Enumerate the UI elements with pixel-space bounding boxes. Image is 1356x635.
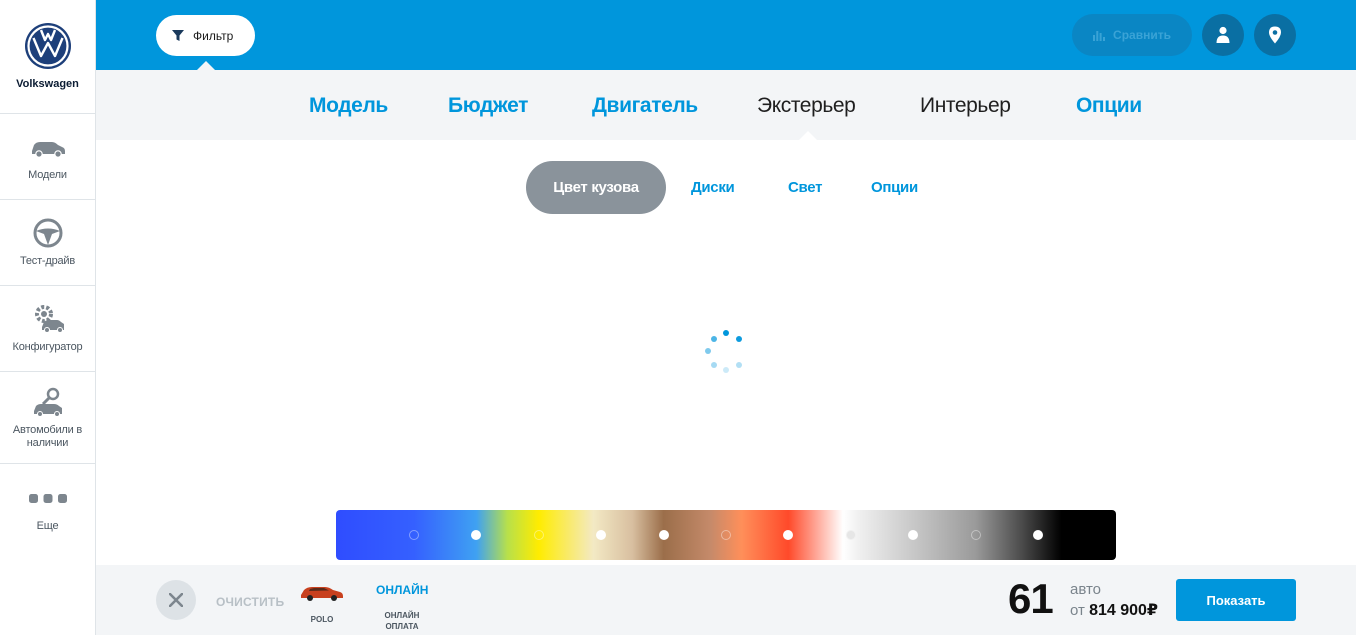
filter-funnel-icon — [172, 29, 184, 41]
tab-exterior[interactable]: Экстерьер — [757, 94, 856, 118]
color-swatch-red[interactable] — [783, 530, 793, 540]
sidebar: Volkswagen Модели Тест-драйв Конфигурато… — [0, 0, 96, 635]
sidebar-item-label: Тест-драйв — [19, 255, 76, 267]
show-results-button[interactable]: Показать — [1176, 579, 1296, 621]
brand-name: Volkswagen — [16, 78, 79, 90]
tab-model[interactable]: Модель — [309, 94, 388, 118]
polo-car-thumbnail[interactable] — [299, 581, 345, 603]
car-search-icon — [33, 387, 62, 417]
subtab-wheels[interactable]: Диски — [691, 161, 735, 214]
compare-label: Сравнить — [1113, 28, 1171, 42]
price-from: от 814 900₽ — [1070, 600, 1158, 620]
filter-pointer — [197, 61, 215, 70]
color-swatch-black[interactable] — [1033, 530, 1043, 540]
compare-button[interactable]: Сравнить — [1072, 14, 1192, 56]
sidebar-item-label: Автомобили в наличии — [12, 423, 83, 449]
main-tabs: Модель Бюджет Двигатель Экстерьер Интерь… — [96, 70, 1356, 140]
user-icon — [1216, 26, 1230, 43]
color-swatch-beige[interactable] — [596, 530, 606, 540]
subtab-lights[interactable]: Свет — [788, 161, 822, 214]
color-swatch-brown[interactable] — [659, 530, 669, 540]
filter-button[interactable]: Фильтр — [156, 15, 255, 56]
subtab-options[interactable]: Опции — [871, 161, 918, 214]
tab-options[interactable]: Опции — [1076, 94, 1142, 118]
online-payment-caption: ОНЛАЙН ОПЛАТА — [384, 611, 420, 631]
sidebar-item-label: Модели — [28, 169, 67, 181]
clear-label[interactable]: ОЧИСТИТЬ — [216, 595, 284, 609]
bottom-bar: ОЧИСТИТЬ POLO ОНЛАЙН ОНЛАЙН ОПЛАТА 61 ав… — [96, 565, 1356, 635]
online-badge[interactable]: ОНЛАЙН — [376, 583, 428, 597]
clear-button[interactable] — [156, 580, 196, 620]
active-tab-pointer — [799, 131, 817, 140]
brand[interactable]: Volkswagen — [0, 0, 95, 114]
sidebar-item-label: Еще — [36, 519, 59, 532]
tab-budget[interactable]: Бюджет — [448, 94, 528, 118]
sidebar-item-models[interactable]: Модели — [0, 114, 95, 200]
color-swatch-blue[interactable] — [409, 530, 419, 540]
sidebar-item-more[interactable]: Еще — [0, 464, 95, 550]
color-swatch-white[interactable] — [846, 530, 856, 540]
steering-wheel-icon — [33, 218, 62, 248]
color-swatch-grey[interactable] — [971, 530, 981, 540]
price-prefix: от — [1070, 602, 1085, 619]
sidebar-item-test-drive[interactable]: Тест-драйв — [0, 200, 95, 286]
close-icon — [169, 593, 183, 607]
sidebar-item-in-stock[interactable]: Автомобили в наличии — [0, 372, 95, 464]
price-value: 814 900₽ — [1089, 602, 1159, 619]
body-color-picker — [336, 510, 1116, 560]
subtab-body-color[interactable]: Цвет кузова — [526, 161, 666, 214]
location-button[interactable] — [1254, 14, 1296, 56]
color-swatch-silver[interactable] — [908, 530, 918, 540]
model-caption: POLO — [310, 615, 334, 624]
sidebar-item-label: Конфигуратор — [12, 341, 83, 353]
results-count: 61 — [1008, 575, 1054, 622]
color-swatch-yellow[interactable] — [534, 530, 544, 540]
more-dots-icon — [28, 493, 67, 503]
sidebar-item-configurator[interactable]: Конфигуратор — [0, 286, 95, 372]
tab-interior[interactable]: Интерьер — [920, 94, 1011, 118]
top-bar: Фильтр Сравнить — [96, 0, 1356, 70]
profile-button[interactable] — [1202, 14, 1244, 56]
color-swatch-orange[interactable] — [721, 530, 731, 540]
car-icon — [31, 142, 65, 158]
bar-chart-icon — [1093, 31, 1106, 41]
volkswagen-logo-icon — [24, 23, 71, 69]
loading-spinner-icon — [703, 329, 747, 373]
map-pin-icon — [1269, 26, 1281, 44]
results-unit: авто — [1070, 581, 1102, 598]
configurator-gear-car-icon — [34, 305, 64, 333]
filter-label: Фильтр — [193, 28, 234, 43]
color-swatch-light-blue[interactable] — [471, 530, 481, 540]
tab-engine[interactable]: Двигатель — [592, 94, 698, 118]
